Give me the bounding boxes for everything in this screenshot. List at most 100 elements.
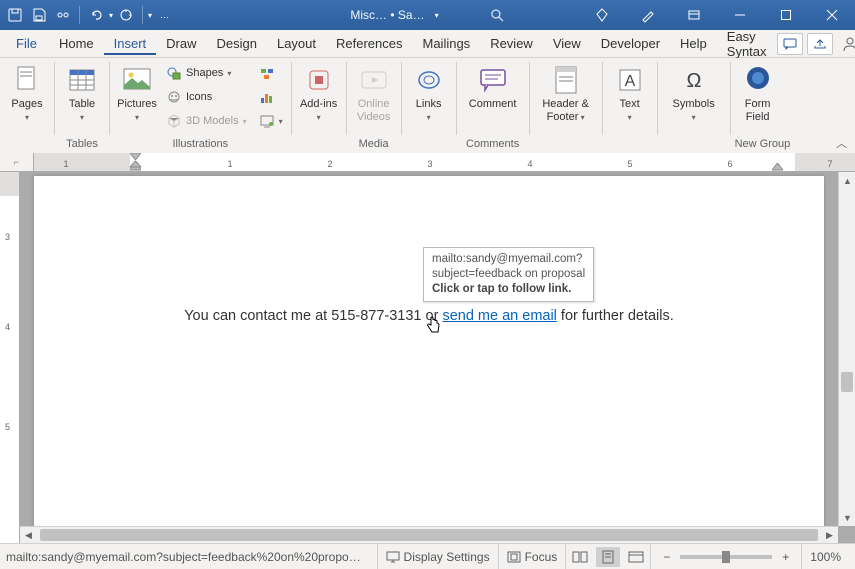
web-layout-button[interactable] xyxy=(624,547,648,567)
maximize-button[interactable] xyxy=(763,0,809,30)
zoom-in-button[interactable]: + xyxy=(778,550,793,564)
account-icon[interactable] xyxy=(837,33,855,55)
chart-button[interactable] xyxy=(255,86,287,108)
horizontal-ruler[interactable]: ⌐ 1 1 2 3 4 5 6 7 xyxy=(0,154,855,172)
tab-draw[interactable]: Draw xyxy=(156,32,206,55)
screenshot-icon xyxy=(259,113,275,129)
links-icon xyxy=(413,64,445,96)
status-bar: mailto:sandy@myemail.com?subject=feedbac… xyxy=(0,543,855,569)
smartart-button[interactable] xyxy=(255,62,287,84)
scroll-left-icon[interactable]: ◀ xyxy=(20,527,37,543)
touch-mode-icon[interactable] xyxy=(52,4,74,26)
form-field-button[interactable]: Form Field xyxy=(735,60,781,128)
horizontal-scrollbar[interactable]: ◀ ▶ xyxy=(20,526,838,543)
hanging-indent-icon[interactable] xyxy=(130,161,141,171)
hyperlink-tooltip: mailto:sandy@myemail.com? subject=feedba… xyxy=(423,247,594,302)
tab-mailings[interactable]: Mailings xyxy=(413,32,481,55)
addins-icon xyxy=(303,64,335,96)
tab-design[interactable]: Design xyxy=(207,32,267,55)
tab-home[interactable]: Home xyxy=(49,32,104,55)
tooltip-instruction: Click or tap to follow link. xyxy=(432,282,585,297)
vertical-ruler[interactable]: 3 4 5 xyxy=(0,172,20,543)
diamond-icon[interactable] xyxy=(579,0,625,30)
symbols-button[interactable]: Ω Symbols▾ xyxy=(662,60,726,128)
share-button[interactable] xyxy=(807,33,833,55)
group-comments-label: Comments xyxy=(461,137,525,153)
smartart-icon xyxy=(259,65,275,81)
shapes-icon xyxy=(166,65,182,81)
form-field-icon xyxy=(742,64,774,96)
pen-icon[interactable] xyxy=(625,0,671,30)
addins-button[interactable]: Add-ins▾ xyxy=(296,60,342,128)
document-page[interactable]: You can contact me at 515-877-3131 or se… xyxy=(34,176,824,543)
tab-help[interactable]: Help xyxy=(670,32,717,55)
group-tables-label: Tables xyxy=(59,137,105,153)
tab-developer[interactable]: Developer xyxy=(591,32,670,55)
text-button[interactable]: A Text▾ xyxy=(607,60,653,128)
tab-view[interactable]: View xyxy=(543,32,591,55)
first-line-indent-icon[interactable] xyxy=(130,153,141,161)
text-before-link: You can contact me at 515-877-3131 or xyxy=(184,308,442,324)
file-tab[interactable]: File xyxy=(4,32,49,55)
ribbon-mode-icon[interactable] xyxy=(671,0,717,30)
group-media-label: Media xyxy=(351,137,397,153)
screenshot-button[interactable]: ▾ xyxy=(255,110,287,132)
icons-icon xyxy=(166,89,182,105)
read-mode-button[interactable] xyxy=(568,547,592,567)
document-area: 3 4 5 You can contact me at 515-877-3131… xyxy=(0,172,855,543)
table-button[interactable]: Table▾ xyxy=(59,60,105,128)
ruler-corner: ⌐ xyxy=(0,153,34,171)
scroll-right-icon[interactable]: ▶ xyxy=(821,527,838,543)
3d-models-button[interactable]: 3D Models ▾ xyxy=(162,110,251,132)
search-icon[interactable] xyxy=(489,7,505,23)
status-hyperlink-target: mailto:sandy@myemail.com?subject=feedbac… xyxy=(6,550,377,564)
right-indent-icon[interactable] xyxy=(772,163,783,171)
close-button[interactable] xyxy=(809,0,855,30)
icons-button[interactable]: Icons xyxy=(162,86,251,108)
tab-references[interactable]: References xyxy=(326,32,412,55)
minimize-button[interactable] xyxy=(717,0,763,30)
shapes-button[interactable]: Shapes▾ xyxy=(162,62,251,84)
group-new-group-label: New Group xyxy=(735,137,791,153)
scroll-down-icon[interactable]: ▼ xyxy=(839,509,855,526)
email-hyperlink[interactable]: send me an email xyxy=(442,308,556,324)
video-icon xyxy=(358,64,390,96)
redo-icon[interactable] xyxy=(115,4,137,26)
vscroll-thumb[interactable] xyxy=(841,372,853,392)
table-icon xyxy=(66,64,98,96)
ribbon-collapse-icon[interactable]: ︿ xyxy=(836,135,847,151)
vertical-scrollbar[interactable]: ▲ ▼ xyxy=(838,172,855,526)
comments-pane-button[interactable] xyxy=(777,33,803,55)
symbols-icon: Ω xyxy=(678,64,710,96)
undo-icon[interactable] xyxy=(85,4,107,26)
save-icon[interactable] xyxy=(28,4,50,26)
svg-text:Ω: Ω xyxy=(686,70,701,92)
tab-layout[interactable]: Layout xyxy=(267,32,326,55)
paragraph[interactable]: You can contact me at 515-877-3131 or se… xyxy=(124,306,734,324)
page-scroll[interactable]: You can contact me at 515-877-3131 or se… xyxy=(20,172,855,543)
tab-easy-syntax[interactable]: Easy Syntax xyxy=(717,25,777,63)
zoom-slider[interactable] xyxy=(680,555,772,559)
hscroll-thumb[interactable] xyxy=(40,529,818,541)
quick-access-toolbar: ▾ ▾ … xyxy=(0,4,173,26)
title-bar: ▾ ▾ … Misc… • Sa… ▾ xyxy=(0,0,855,30)
display-settings-button[interactable]: Display Settings xyxy=(377,544,498,569)
comment-button[interactable]: Comment xyxy=(461,60,525,115)
pages-button[interactable]: Pages▾ xyxy=(4,60,50,128)
zoom-level[interactable]: 100% xyxy=(801,544,849,569)
header-footer-button[interactable]: Header & Footer ▾ xyxy=(534,60,598,128)
autosave-toggle[interactable] xyxy=(4,4,26,26)
focus-button[interactable]: Focus xyxy=(498,544,566,569)
tab-review[interactable]: Review xyxy=(480,32,543,55)
pictures-button[interactable]: Pictures▾ xyxy=(114,60,160,128)
comment-icon xyxy=(477,64,509,96)
zoom-out-button[interactable]: − xyxy=(659,550,674,564)
links-button[interactable]: Links▾ xyxy=(406,60,452,128)
display-settings-icon xyxy=(386,551,400,563)
pictures-icon xyxy=(121,64,153,96)
text-after-link: for further details. xyxy=(557,308,674,324)
print-layout-button[interactable] xyxy=(596,547,620,567)
tab-insert[interactable]: Insert xyxy=(104,32,157,55)
header-footer-icon xyxy=(550,64,582,96)
scroll-up-icon[interactable]: ▲ xyxy=(839,172,855,189)
